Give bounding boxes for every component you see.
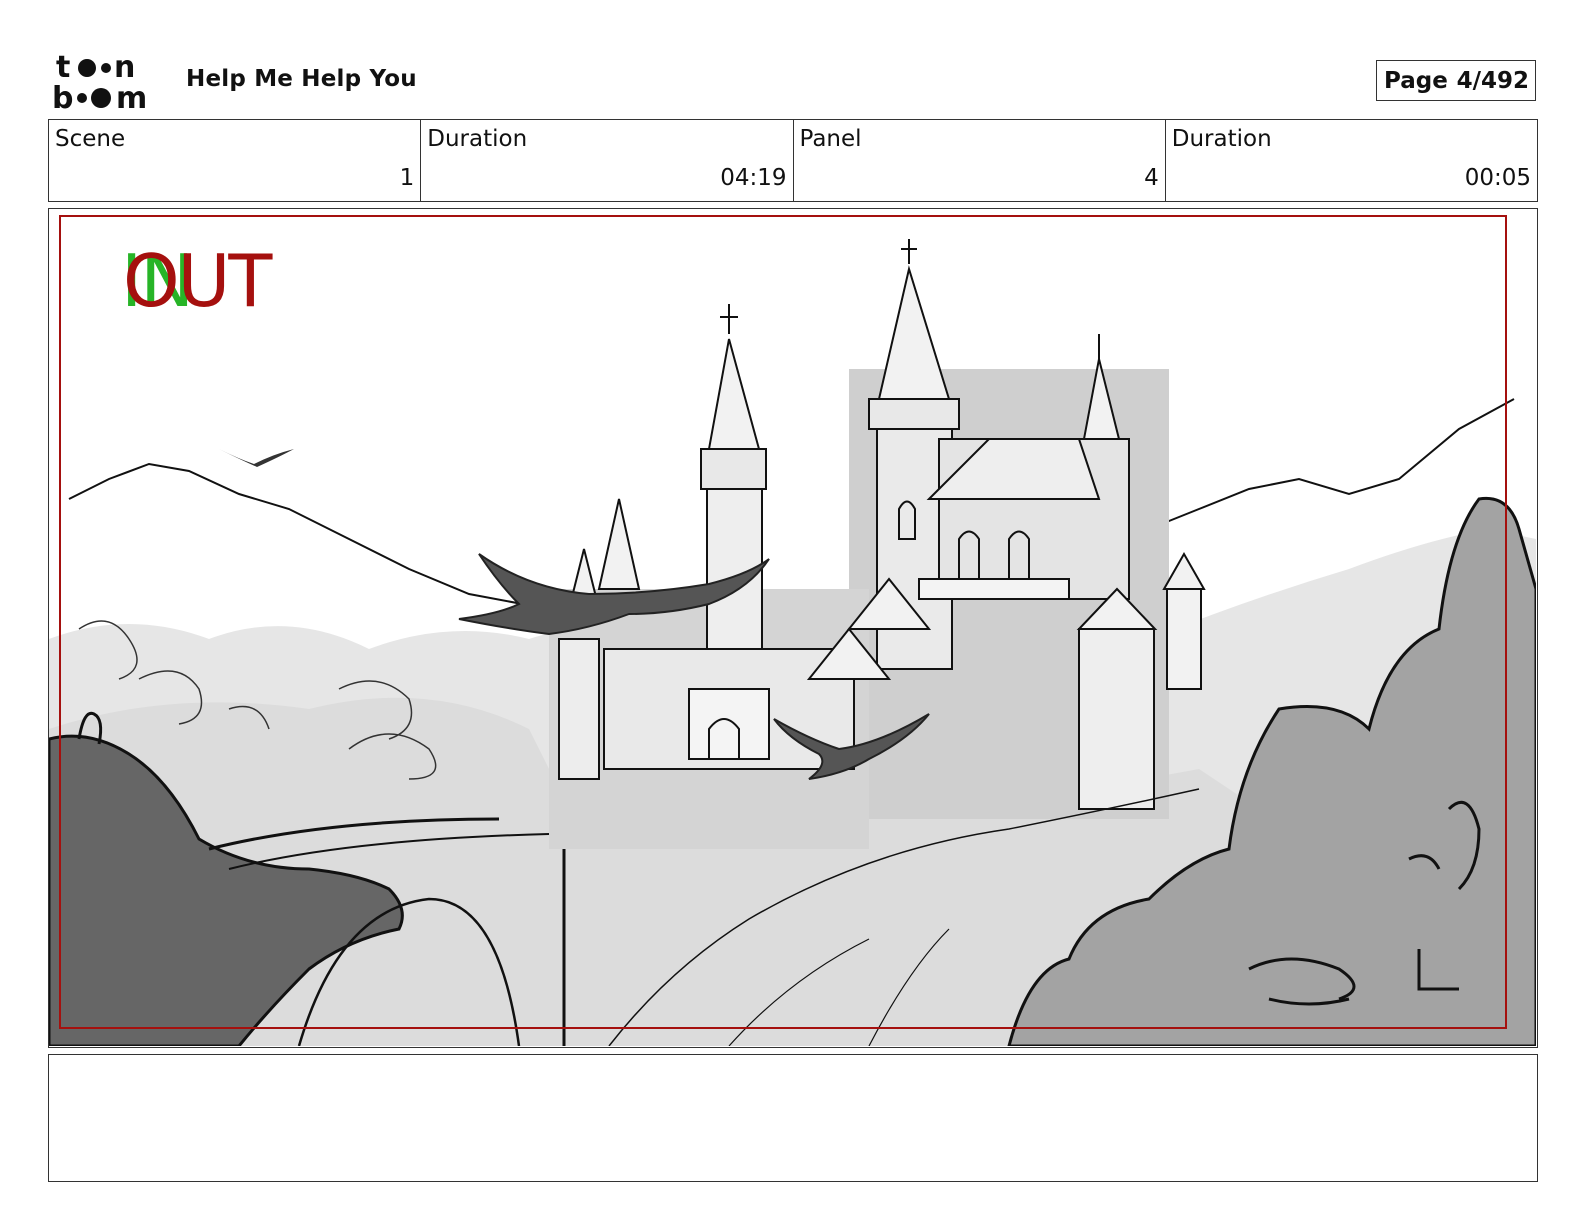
toon-boom-logo: t n b m [52,50,164,112]
page-number: 4/492 [1456,67,1529,94]
panel-label: Panel [799,126,862,152]
panel-duration-cell: Duration 00:05 [1166,120,1537,201]
svg-text:b: b [52,81,73,112]
scene-label: Scene [55,126,126,152]
panel-cell: Panel 4 [794,120,1166,201]
panel-value: 4 [1144,165,1159,191]
panel-sketch [49,209,1536,1046]
panel-duration-value: 00:05 [1464,165,1531,191]
storyboard-panel: IN OUT [48,208,1538,1048]
svg-text:t: t [56,50,70,85]
scene-duration-label: Duration [427,126,528,152]
page-label: Page [1384,67,1448,94]
project-title: Help Me Help You [186,66,417,92]
scene-duration-cell: Duration 04:19 [421,120,794,201]
panel-notes-box [48,1054,1538,1182]
svg-text:n: n [114,50,135,85]
svg-text:m: m [116,81,147,112]
out-marker: OUT [123,239,272,323]
scene-duration-value: 04:19 [720,165,787,191]
scene-value: 1 [399,165,415,191]
scene-info-table: Scene 1 Duration 04:19 Panel 4 Duration … [48,119,1538,202]
page-indicator: Page 4/492 [1376,60,1536,101]
scene-cell: Scene 1 [49,120,422,201]
panel-duration-label: Duration [1171,126,1272,152]
